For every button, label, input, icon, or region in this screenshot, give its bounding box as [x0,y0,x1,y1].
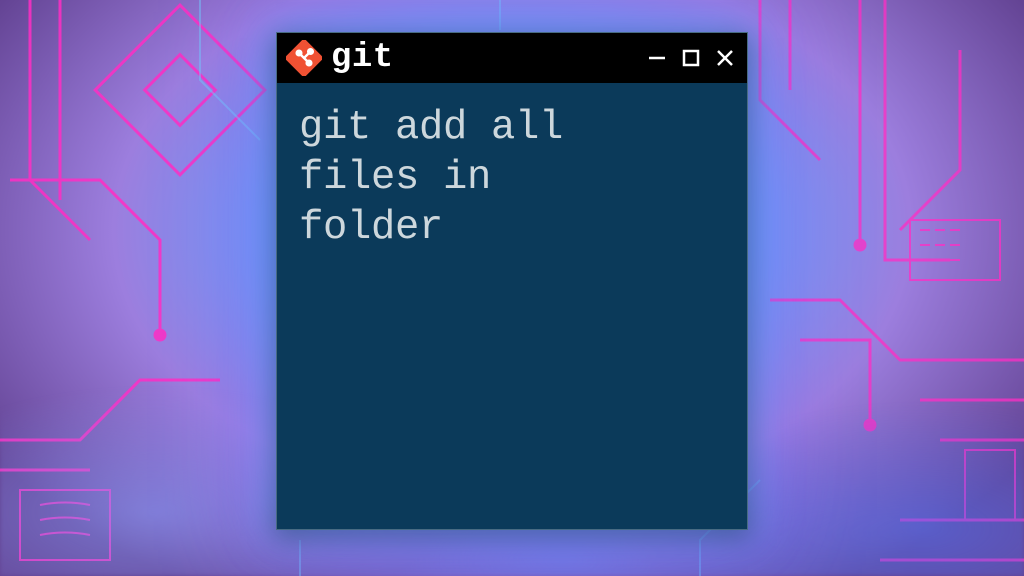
maximize-button[interactable] [679,46,703,70]
close-button[interactable] [713,46,737,70]
terminal-body[interactable]: git add all files in folder [277,83,747,529]
terminal-window: git git add all files in folder [276,32,748,530]
window-titlebar[interactable]: git [277,33,747,83]
git-icon [285,39,323,77]
terminal-text: git add all files in folder [299,103,727,254]
minimize-button[interactable] [645,46,669,70]
window-controls [645,46,737,70]
app-title: git [331,39,637,77]
